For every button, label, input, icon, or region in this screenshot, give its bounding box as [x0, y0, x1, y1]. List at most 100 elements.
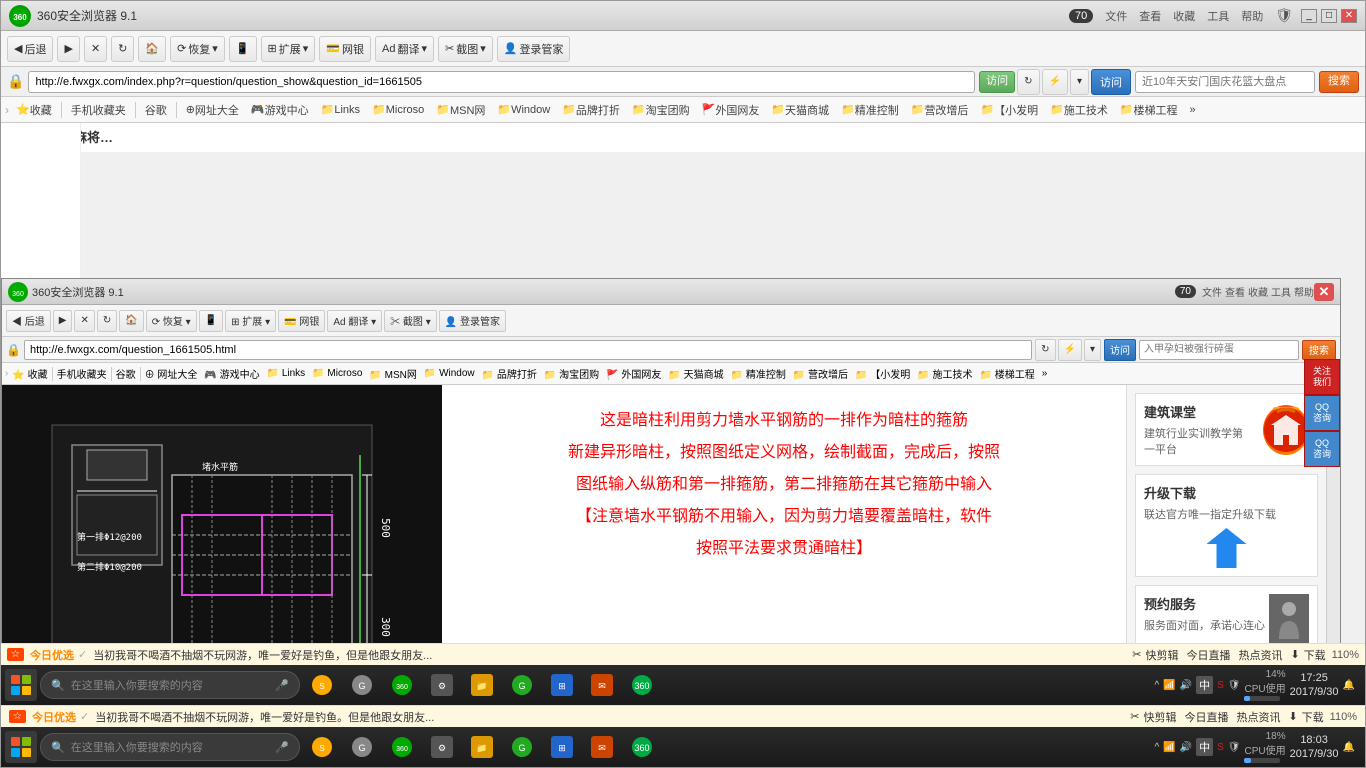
taskbar-app-2e[interactable]: 📁 — [463, 728, 501, 766]
qq-consult-btn2[interactable]: QQ咨询 — [1304, 431, 1326, 467]
inner-bm-ms[interactable]: 📁 Microso — [309, 368, 365, 379]
inner-bm-url[interactable]: ⊕ 网址大全 — [142, 366, 201, 381]
taskbar-app-1a[interactable]: S — [303, 666, 341, 704]
inner-screenshot-btn[interactable]: ✂ 截图 ▾ — [384, 310, 437, 332]
bm-url[interactable]: ⊕ 网址大全 — [181, 100, 244, 120]
taskbar-browser-icon-2[interactable]: 360 — [383, 728, 421, 766]
taskbar-app-2b[interactable]: G — [343, 728, 381, 766]
bm-toggle-icon[interactable]: › — [5, 103, 9, 117]
bm-stair[interactable]: 📁 楼梯工程 — [1115, 100, 1183, 120]
menu-tools[interactable]: 工具 — [1203, 8, 1233, 24]
outer-dl-icon[interactable]: ⬇ — [1290, 648, 1299, 661]
win-start-button-1[interactable] — [5, 669, 37, 701]
inner-login-btn[interactable]: 👤 登录管家 — [439, 310, 506, 332]
bm-mobile[interactable]: 手机收藏夹 — [66, 100, 131, 120]
inner-bm-stair[interactable]: 📁 楼梯工程 — [977, 366, 1038, 381]
inner-bm-foreign[interactable]: 🚩 外国网友 — [603, 366, 664, 381]
taskbar-browser-icon-1[interactable]: 360 — [383, 666, 421, 704]
inner-bm-mobile[interactable]: 手机收藏夹 — [54, 366, 110, 381]
notification-2[interactable]: 🔔 — [1343, 742, 1355, 753]
inner-translate-btn[interactable]: Ad 翻译 ▾ — [327, 310, 382, 332]
reload-button[interactable]: ↻ — [111, 36, 134, 62]
inner-extend-btn[interactable]: ⊞ 扩展 ▾ — [225, 310, 276, 332]
taskbar-app-1g[interactable]: ⊞ — [543, 666, 581, 704]
taskbar-app-2f[interactable]: G — [503, 728, 541, 766]
back-button[interactable]: ◀ 后退 — [7, 36, 53, 62]
second-dl-icon[interactable]: ⬇ — [1288, 710, 1297, 723]
inner-visit-btn[interactable]: 访问 — [1104, 339, 1136, 361]
home-button[interactable]: 🏠 — [138, 36, 166, 62]
dropdown-btn[interactable]: ▾ — [1070, 69, 1089, 95]
second-live-lbl[interactable]: 今日直播 — [1184, 709, 1228, 725]
inner-netbank-btn[interactable]: 💳 网银 — [278, 310, 325, 332]
inner-stop-btn[interactable]: ✕ — [74, 310, 94, 332]
bm-tmall[interactable]: 📁 天猫商城 — [766, 100, 834, 120]
inner-bm-links[interactable]: 📁 Links — [264, 368, 309, 379]
translate-button[interactable]: Ad 翻译 ▾ — [375, 36, 434, 62]
taskbar-app-1i[interactable]: 360 — [623, 666, 661, 704]
restore-button[interactable]: ⟳ 恢复 ▾ — [170, 36, 225, 62]
inner-menu-fav[interactable]: 收藏 — [1248, 284, 1268, 299]
follow-us-btn[interactable]: 关注我们 — [1304, 385, 1326, 395]
outer-clip-label[interactable]: 快剪辑 — [1145, 647, 1178, 663]
inner-bm-more[interactable]: » — [1039, 368, 1051, 379]
bm-win[interactable]: 📁 Window — [492, 100, 555, 120]
taskbar-app-1h[interactable]: ✉ — [583, 666, 621, 704]
inner-bm-tmall[interactable]: 📁 天猫商城 — [665, 366, 726, 381]
inner-bm-taobao[interactable]: 📁 淘宝团购 — [541, 366, 602, 381]
taskbar-app-2h[interactable]: ✉ — [583, 728, 621, 766]
outer-clip-icon[interactable]: ✂ — [1132, 648, 1141, 661]
minimize-button[interactable]: _ — [1301, 9, 1317, 23]
inner-dropdown[interactable]: ▾ — [1084, 339, 1101, 361]
inner-restore-btn[interactable]: ⟳ 恢复 ▾ — [146, 310, 197, 332]
inner-search-btn[interactable]: 搜索 — [1302, 340, 1336, 360]
outer-live-label[interactable]: 今日直播 — [1186, 647, 1230, 663]
second-clip-lbl[interactable]: 快剪辑 — [1143, 709, 1176, 725]
taskbar-app-2d[interactable]: ⚙ — [423, 728, 461, 766]
visit-btn-blue[interactable]: 访问 — [1091, 69, 1131, 95]
outer-search-input[interactable] — [1135, 71, 1315, 93]
outer-search-button[interactable]: 搜索 — [1319, 71, 1359, 93]
inner-address-input[interactable] — [24, 340, 1032, 360]
bm-more[interactable]: » — [1185, 100, 1201, 120]
extend-button[interactable]: ⊞ 扩展 ▾ — [261, 36, 316, 62]
inner-home-btn[interactable]: 🏠 — [119, 310, 143, 332]
inner-bm-tax[interactable]: 📁 营改增后 — [790, 366, 851, 381]
inner-menu-view[interactable]: 查看 — [1225, 284, 1245, 299]
inner-bm-brand[interactable]: 📁 品牌打折 — [479, 366, 540, 381]
taskbar-app-2i[interactable]: 360 — [623, 728, 661, 766]
outer-address-input[interactable] — [28, 71, 975, 93]
win-start-button-2[interactable] — [5, 731, 37, 763]
inner-bm-google[interactable]: 谷歌 — [113, 366, 139, 381]
bm-star-icon[interactable]: ⭐ 收藏 — [11, 100, 57, 120]
menu-file[interactable]: 文件 — [1101, 8, 1131, 24]
forward-button[interactable]: ▶ — [57, 36, 79, 62]
qq-consult-btn1[interactable]: QQ咨询 — [1304, 395, 1326, 431]
netbank-button[interactable]: 💳 网银 — [319, 36, 371, 62]
taskbar-app-2a[interactable]: S — [303, 728, 341, 766]
menu-help[interactable]: 帮助 — [1237, 8, 1267, 24]
tray-arrow-2[interactable]: ^ — [1155, 742, 1160, 753]
refresh-button[interactable]: ✕ — [84, 36, 107, 62]
inner-menu-help[interactable]: 帮助 — [1294, 284, 1314, 299]
taskbar-app-1e[interactable]: 📁 — [463, 666, 501, 704]
inner-back-btn[interactable]: ◀ 后退 — [6, 310, 51, 332]
bm-foreign[interactable]: 🚩 外国网友 — [697, 100, 765, 120]
inner-bm-msn[interactable]: 📁 MSN网 — [366, 366, 419, 381]
inner-bm-win[interactable]: 📁 Window — [421, 368, 478, 379]
bm-game[interactable]: 🎮 游戏中心 — [246, 100, 314, 120]
second-dl-lbl[interactable]: 下载 — [1302, 709, 1324, 725]
bm-taobao[interactable]: 📁 淘宝团购 — [627, 100, 695, 120]
inner-search-input[interactable] — [1139, 340, 1299, 360]
inner-menu-file[interactable]: 文件 — [1202, 284, 1222, 299]
bm-msn[interactable]: 📁 MSN网 — [431, 100, 490, 120]
bm-brand[interactable]: 📁 品牌打折 — [557, 100, 625, 120]
inner-bm-toggle[interactable]: › — [5, 368, 8, 379]
mobile-button[interactable]: 📱 — [229, 36, 257, 62]
bm-links[interactable]: 📁 Links — [316, 100, 365, 120]
close-button[interactable]: ✕ — [1341, 9, 1357, 23]
outer-hot-label[interactable]: 热点资讯 — [1238, 647, 1282, 663]
bm-constr[interactable]: 📁 施工技术 — [1045, 100, 1113, 120]
inner-bm-precise[interactable]: 📁 精准控制 — [728, 366, 789, 381]
inner-mobile-btn[interactable]: 📱 — [199, 310, 223, 332]
